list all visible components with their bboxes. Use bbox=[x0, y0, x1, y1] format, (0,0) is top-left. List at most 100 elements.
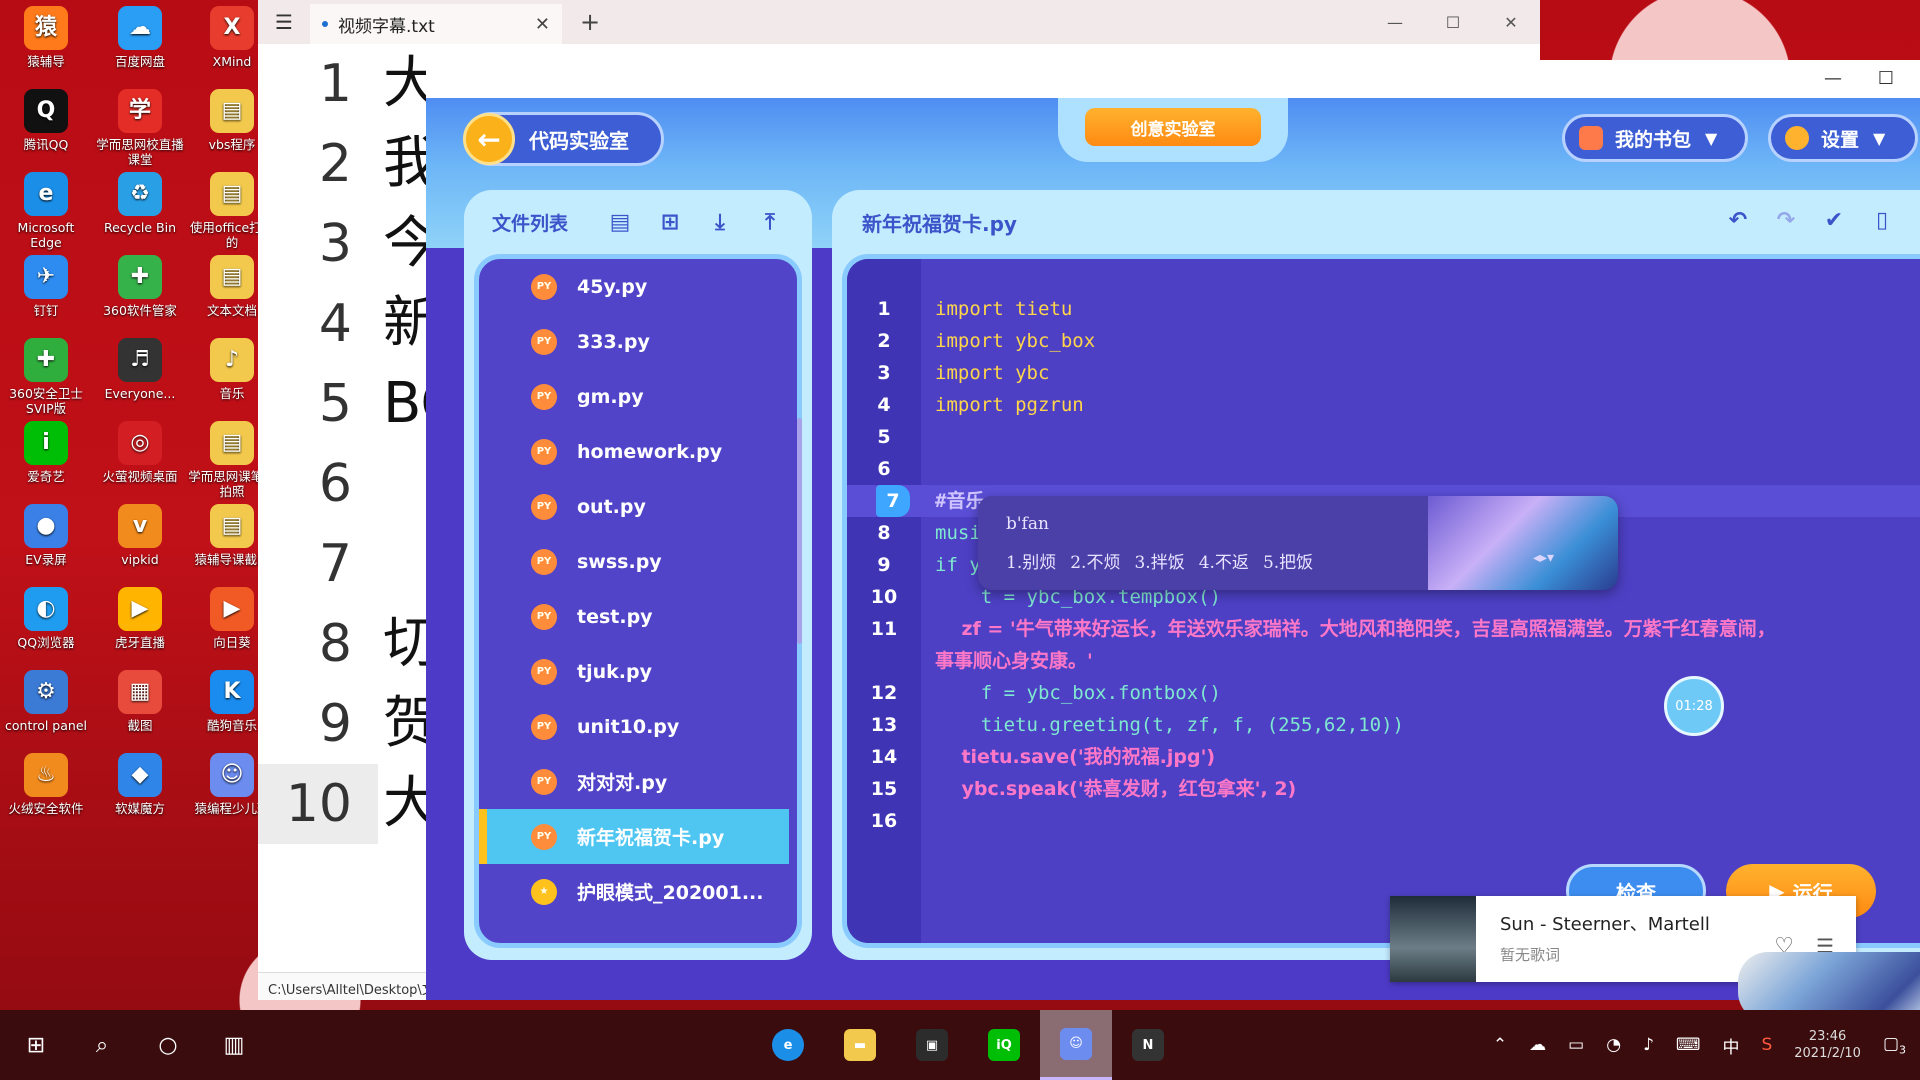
editor-filename: 新年祝福贺卡.py bbox=[862, 211, 1017, 236]
desktop-icon[interactable]: 学学而思网校直播课堂 bbox=[94, 85, 186, 167]
ime-candidate[interactable]: 5.把饭 bbox=[1263, 548, 1313, 573]
taskbar-store-icon[interactable]: ▣ bbox=[896, 1010, 968, 1080]
desktop-icon[interactable]: ◆ 软媒魔方 bbox=[94, 749, 186, 816]
code-line[interactable]: 1 import tietu bbox=[847, 293, 1920, 325]
sogou-ime-icon[interactable]: S bbox=[1761, 1035, 1772, 1055]
windows-start-icon[interactable]: ⊞ bbox=[16, 1033, 56, 1058]
desktop-icon[interactable]: ♨ 火绒安全软件 bbox=[0, 749, 92, 816]
settings-button[interactable]: 设置 ▼ bbox=[1768, 114, 1918, 162]
app-titlebar: — ☐ bbox=[426, 60, 1920, 98]
desktop-icon[interactable]: ◎ 火萤视频桌面 bbox=[94, 417, 186, 484]
file-list-item[interactable]: PY gm.py bbox=[479, 369, 797, 424]
file-list-item[interactable]: PY tjuk.py bbox=[479, 644, 797, 699]
taskbar-edge-icon[interactable]: e bbox=[752, 1010, 824, 1080]
upload-icon[interactable]: ⤒ bbox=[756, 208, 784, 236]
code-line[interactable]: 16 bbox=[847, 805, 1920, 837]
clock[interactable]: 23:46 2021/2/10 bbox=[1794, 1028, 1861, 1062]
taskbar-codelab-icon[interactable]: ☺ bbox=[1040, 1010, 1112, 1080]
cortana-icon[interactable]: ○ bbox=[148, 1033, 188, 1058]
file-list-item[interactable]: PY 45y.py bbox=[479, 259, 797, 314]
volume-icon[interactable]: ♪ bbox=[1643, 1035, 1654, 1055]
desktop-icon-label: Microsoft Edge bbox=[17, 220, 75, 250]
network-icon[interactable]: ◔ bbox=[1606, 1035, 1621, 1055]
file-list-item[interactable]: PY 对对对.py bbox=[479, 754, 797, 809]
file-list-item[interactable]: PY homework.py bbox=[479, 424, 797, 479]
code-line[interactable]: 3 import ybc bbox=[847, 357, 1920, 389]
desktop-icon[interactable]: ⚙ control panel bbox=[0, 666, 92, 733]
desktop-icon[interactable]: ✚ 360安全卫士SVIP版 bbox=[0, 334, 92, 416]
python-file-icon: PY bbox=[531, 658, 557, 685]
ime-page-nav-icon[interactable]: ◂▸▾ bbox=[1533, 550, 1554, 566]
code-line[interactable]: 2 import ybc_box bbox=[847, 325, 1920, 357]
minimize-icon[interactable]: — bbox=[1824, 68, 1842, 89]
desktop-icon[interactable]: ☁ 百度网盘 bbox=[94, 2, 186, 69]
desktop-icon[interactable]: e Microsoft Edge bbox=[0, 168, 92, 250]
creative-lab-tab[interactable]: 创意实验室 bbox=[1058, 98, 1288, 162]
desktop-icon[interactable]: v vipkid bbox=[94, 500, 186, 567]
file-list-item[interactable]: PY 新年祝福贺卡.py bbox=[479, 809, 789, 864]
desktop-icon[interactable]: ✚ 360软件管家 bbox=[94, 251, 186, 318]
task-view-icon[interactable]: ▥ bbox=[214, 1033, 254, 1058]
code-editor[interactable]: 1 import tietu 2 import ybc_box 3 import ybc 4… bbox=[842, 254, 1920, 948]
desktop-icon[interactable]: 猿猿辅导 bbox=[0, 2, 92, 69]
file-list-item[interactable]: PY out.py bbox=[479, 479, 797, 534]
redo-icon[interactable]: ↷ bbox=[1774, 208, 1798, 233]
code-line[interactable]: 14 tietu.save('我的祝福.jpg') bbox=[847, 741, 1920, 773]
ime-candidate[interactable]: 3.拌饭 bbox=[1134, 548, 1184, 573]
desktop-icon[interactable]: ● EV录屏 bbox=[0, 500, 92, 567]
file-list-item[interactable]: ★ 护眼模式_202001... bbox=[479, 864, 797, 919]
download-icon[interactable]: ⤓ bbox=[706, 208, 734, 236]
desktop-icon[interactable]: ▦ 截图 bbox=[94, 666, 186, 733]
maximize-icon[interactable]: ☐ bbox=[1878, 68, 1894, 89]
code-line[interactable]: 6 bbox=[847, 453, 1920, 485]
desktop-icon[interactable]: ✈ 钉钉 bbox=[0, 251, 92, 318]
ime-lang-indicator[interactable]: 中 bbox=[1722, 1033, 1739, 1058]
phone-icon[interactable]: ▯ bbox=[1870, 208, 1894, 233]
file-list-item[interactable]: PY 333.py bbox=[479, 314, 797, 369]
maximize-icon[interactable]: ☐ bbox=[1424, 0, 1482, 44]
desktop-icon[interactable]: ♬ Everyone... bbox=[94, 334, 186, 401]
desktop-icon[interactable]: ◐ QQ浏览器 bbox=[0, 583, 92, 650]
search-icon[interactable]: ⌕ bbox=[82, 1033, 122, 1058]
notification-center-icon[interactable]: ▢3 bbox=[1883, 1034, 1906, 1056]
ime-candidates: 1.别烦 2.不烦 3.拌饭 4.不返 5.把饭 bbox=[1006, 548, 1313, 573]
python-file-icon: PY bbox=[531, 713, 557, 740]
code-line[interactable]: 事事顺心身安康。' bbox=[847, 645, 1920, 677]
close-tab-icon[interactable]: ✕ bbox=[535, 14, 550, 35]
desktop-icon[interactable]: ♻ Recycle Bin bbox=[94, 168, 186, 235]
hamburger-menu-icon[interactable]: ☰ bbox=[258, 10, 310, 34]
close-icon[interactable]: ✕ bbox=[1482, 0, 1540, 44]
ime-candidate[interactable]: 1.别烦 bbox=[1006, 548, 1056, 573]
new-tab-icon[interactable]: + bbox=[580, 8, 600, 36]
file-list-item[interactable]: PY test.py bbox=[479, 589, 797, 644]
check-icon[interactable]: ✔ bbox=[1822, 208, 1846, 233]
code-line[interactable]: 5 bbox=[847, 421, 1920, 453]
undo-icon[interactable]: ↶ bbox=[1726, 208, 1750, 233]
taskbar-explorer-icon[interactable]: ▬ bbox=[824, 1010, 896, 1080]
desktop-icon[interactable]: i 爱奇艺 bbox=[0, 417, 92, 484]
desktop-icon[interactable]: ▶ 虎牙直播 bbox=[94, 583, 186, 650]
ime-candidate[interactable]: 2.不烦 bbox=[1070, 548, 1120, 573]
keyboard-icon[interactable]: ⌨ bbox=[1676, 1035, 1701, 1055]
taskbar-iqiyi-icon[interactable]: iQ bbox=[968, 1010, 1040, 1080]
file-list-scrollbar[interactable] bbox=[797, 418, 802, 644]
battery-icon[interactable]: ▭ bbox=[1568, 1035, 1584, 1055]
file-list-item[interactable]: PY swss.py bbox=[479, 534, 797, 589]
desktop-icon[interactable]: Q 腾讯QQ bbox=[0, 85, 92, 152]
minimize-icon[interactable]: — bbox=[1366, 0, 1424, 44]
back-button[interactable]: ← 代码实验室 bbox=[463, 112, 664, 166]
notepad-tab[interactable]: 视频字幕.txt ✕ bbox=[310, 4, 562, 44]
code-line[interactable]: 12 f = ybc_box.fontbox() bbox=[847, 677, 1920, 709]
taskbar-notepad-icon[interactable]: N bbox=[1112, 1010, 1184, 1080]
code-line[interactable]: 4 import pgzrun bbox=[847, 389, 1920, 421]
code-line[interactable]: 11 zf = '牛气带来好运长，年送欢乐家瑞祥。大地风和艳阳笑，吉星高照福满堂… bbox=[847, 613, 1920, 645]
file-list-item[interactable]: PY unit10.py bbox=[479, 699, 797, 754]
new-folder-icon[interactable]: ⊞ bbox=[656, 208, 684, 236]
schoolbag-button[interactable]: 我的书包 ▼ bbox=[1562, 114, 1748, 162]
code-line[interactable]: 15 ybc.speak('恭喜发财，红包拿来', 2) bbox=[847, 773, 1920, 805]
onedrive-icon[interactable]: ☁ bbox=[1529, 1035, 1546, 1055]
tray-chevron-icon[interactable]: ⌃ bbox=[1493, 1035, 1507, 1055]
code-line[interactable]: 13 tietu.greeting(t, zf, f, (255,62,10)) bbox=[847, 709, 1920, 741]
ime-candidate[interactable]: 4.不返 bbox=[1199, 548, 1249, 573]
new-file-icon[interactable]: ▤ bbox=[606, 208, 634, 236]
